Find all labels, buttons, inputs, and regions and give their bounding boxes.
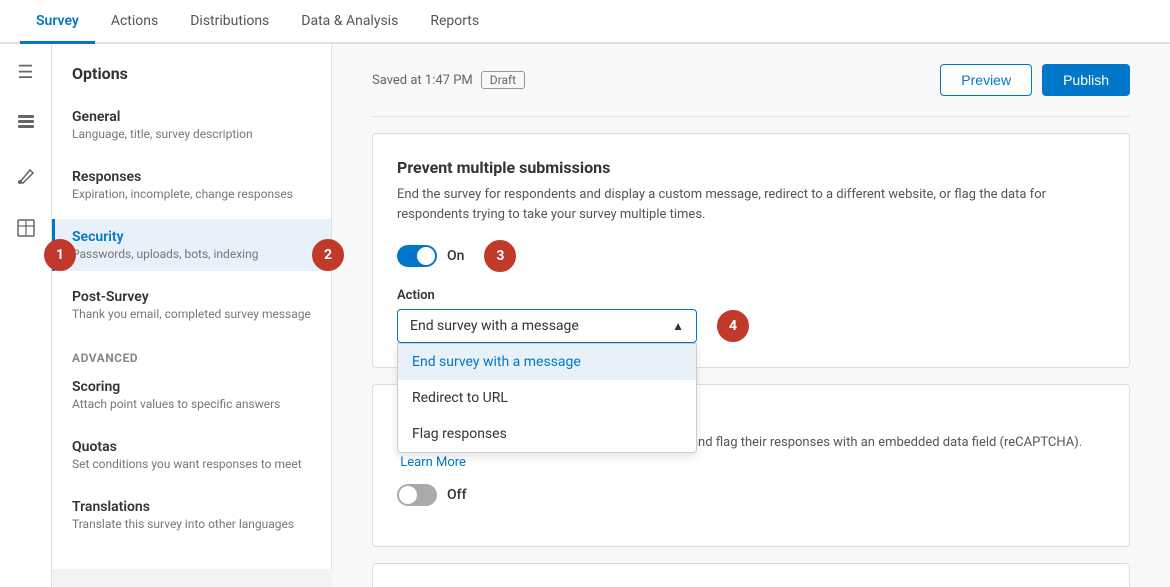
draft-badge: Draft (481, 71, 525, 89)
action-dropdown-trigger[interactable]: End survey with a message ▲ (397, 309, 697, 343)
action-dropdown-container: End survey with a message ▲ End survey w… (397, 309, 697, 343)
bot-toggle-row: Off (397, 484, 1105, 506)
annotation-2: 2 (312, 239, 344, 271)
content-area: Saved at 1:47 PM Draft Preview Publish P… (332, 44, 1170, 587)
publish-button[interactable]: Publish (1042, 64, 1130, 96)
sidebar-item-desc-translations: Translate this survey into other languag… (72, 517, 311, 531)
content-header: Saved at 1:47 PM Draft Preview Publish (372, 64, 1130, 96)
sidebar-item-label-quotas: Quotas (72, 439, 311, 455)
sidebar-item-label-post-survey: Post-Survey (72, 289, 311, 305)
chevron-up-icon: ▲ (672, 319, 684, 333)
sidebar-item-translations[interactable]: Translations Translate this survey into … (52, 489, 331, 541)
sidebar-title: Options (52, 64, 331, 99)
header-buttons: Preview Publish (940, 64, 1130, 96)
sidebar-item-label-security: Security (72, 229, 311, 245)
sidebar-item-responses[interactable]: Responses Expiration, incomplete, change… (52, 159, 331, 211)
annotation-3: 3 (484, 240, 516, 272)
paint-icon[interactable] (8, 158, 44, 194)
nav-tab-data-analysis[interactable]: Data & Analysis (285, 1, 414, 44)
sidebar-item-desc-scoring: Attach point values to specific answers (72, 397, 311, 411)
annotation-4: 4 (717, 310, 749, 342)
main-layout: ☰ Options General L (0, 44, 1170, 587)
sidebar-item-desc-quotas: Set conditions you want responses to mee… (72, 457, 311, 471)
icon-bar: ☰ (0, 44, 52, 587)
action-label: Action (397, 288, 1105, 303)
bot-detection-toggle[interactable] (397, 484, 437, 506)
sidebar-item-desc-general: Language, title, survey description (72, 127, 311, 141)
dropdown-item-flag-responses[interactable]: Flag responses (398, 416, 696, 452)
annotation-1: 1 (44, 239, 76, 271)
sidebar-item-desc-post-survey: Thank you email, completed survey messag… (72, 307, 311, 321)
sidebar-item-quotas[interactable]: Quotas Set conditions you want responses… (52, 429, 331, 481)
action-dropdown-menu: End survey with a messageRedirect to URL… (397, 343, 697, 453)
bot-learn-more-link[interactable]: Learn More (400, 455, 466, 470)
sidebar-item-label-scoring: Scoring (72, 379, 311, 395)
sidebar-item-scoring[interactable]: Scoring Attach point values to specific … (52, 369, 331, 421)
nav-tab-reports[interactable]: Reports (414, 1, 495, 44)
bot-toggle-label: Off (447, 487, 467, 503)
sidebar-item-desc-responses: Expiration, incomplete, change responses (72, 187, 311, 201)
sidebar-item-label-responses: Responses (72, 169, 311, 185)
prevent-multiple-title: Prevent multiple submissions (397, 158, 1105, 177)
prevent-multiple-toggle[interactable] (397, 245, 437, 267)
preview-button[interactable]: Preview (940, 64, 1032, 96)
nav-tab-actions[interactable]: Actions (95, 1, 174, 44)
prevent-multiple-desc: End the survey for respondents and displ… (397, 185, 1105, 224)
nav-tab-distributions[interactable]: Distributions (174, 1, 285, 44)
dropdown-item-end-survey[interactable]: End survey with a message (398, 344, 696, 380)
sidebar-item-label-general: General (72, 109, 311, 125)
sidebar-item-desc-security: Passwords, uploads, bots, indexing (72, 247, 311, 261)
prevent-toggle-row: On 3 (397, 240, 1105, 272)
advanced-section-label: Advanced (52, 339, 331, 369)
action-section: Action End survey with a message ▲ End s… (397, 288, 1105, 343)
layers-icon[interactable] (8, 106, 44, 142)
prevent-multiple-card: Prevent multiple submissions End the sur… (372, 133, 1130, 368)
sidebar: Options General Language, title, survey … (52, 44, 332, 569)
selected-action-label: End survey with a message (410, 318, 579, 334)
security-scan-card: Security scan monitor Prevent security s… (372, 563, 1130, 587)
top-navigation: SurveyActionsDistributionsData & Analysi… (0, 0, 1170, 44)
sidebar-item-post-survey[interactable]: Post-Survey Thank you email, completed s… (52, 279, 331, 331)
survey-builder-icon[interactable]: ☰ (8, 54, 44, 90)
saved-time: Saved at 1:47 PM (372, 73, 473, 88)
save-status: Saved at 1:47 PM Draft (372, 71, 525, 89)
sidebar-item-general[interactable]: General Language, title, survey descript… (52, 99, 331, 151)
prevent-toggle-label: On (447, 248, 464, 264)
sidebar-item-label-translations: Translations (72, 499, 311, 515)
dropdown-item-redirect-url[interactable]: Redirect to URL (398, 380, 696, 416)
nav-tab-survey[interactable]: Survey (20, 1, 95, 44)
sidebar-item-security[interactable]: Security Passwords, uploads, bots, index… (52, 219, 331, 271)
